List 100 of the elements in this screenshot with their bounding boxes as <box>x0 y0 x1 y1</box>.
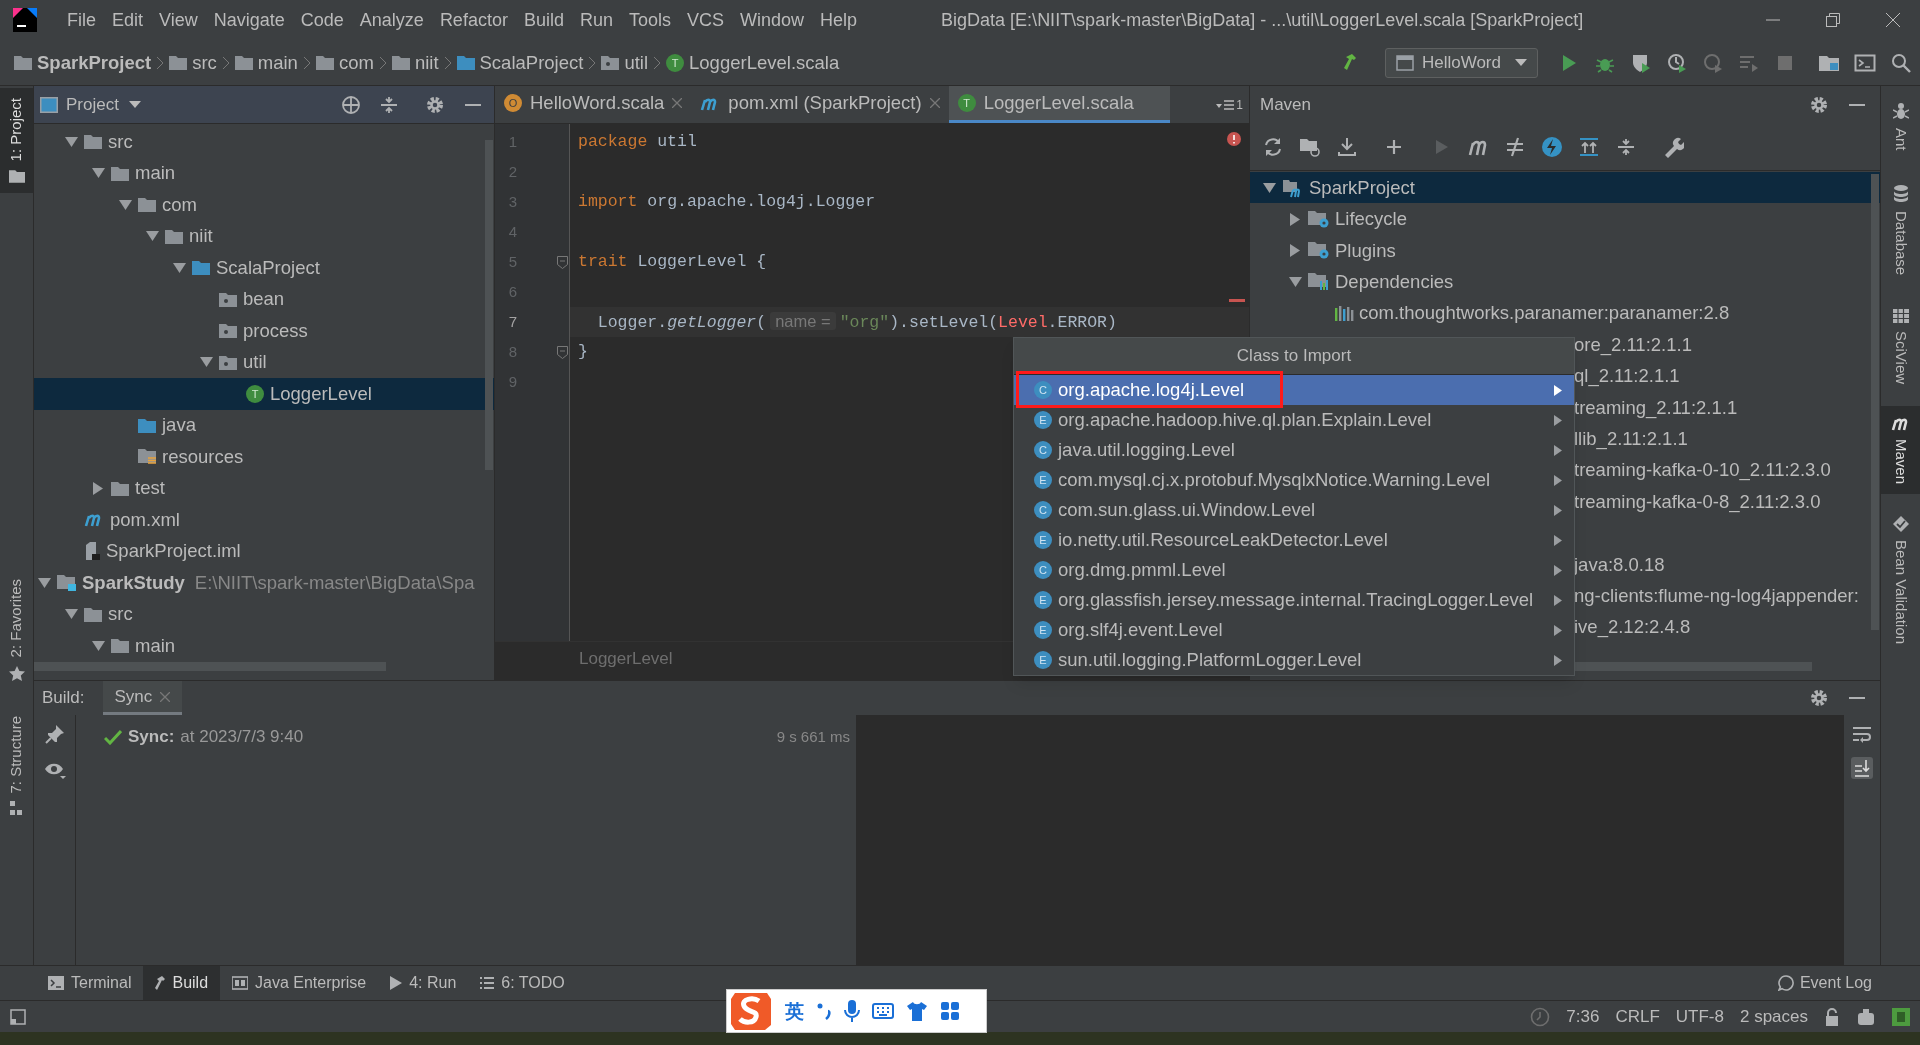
tree-item[interactable]: com.thoughtworks.paranamer:paranamer:2.8 <box>1250 297 1880 329</box>
keyboard-icon[interactable] <box>872 1003 894 1019</box>
menu-item[interactable]: Analyze <box>351 6 432 34</box>
settings-icon[interactable] <box>1808 687 1830 709</box>
microphone-icon[interactable] <box>844 1000 860 1022</box>
popup-item[interactable]: C org.dmg.pmml.Level <box>1014 555 1574 585</box>
error-icon[interactable] <box>1227 132 1241 146</box>
pin-icon[interactable] <box>43 723 66 745</box>
tool-window-button[interactable]: 6: TODO <box>468 966 577 1000</box>
punctuation-icon[interactable] <box>816 1002 832 1020</box>
search-icon[interactable] <box>1890 51 1912 74</box>
folder-refresh-icon[interactable] <box>1299 136 1321 158</box>
collapse-arrow-icon[interactable] <box>145 231 159 242</box>
status-item[interactable]: 2 spaces <box>1739 1003 1808 1030</box>
popup-item[interactable]: E org.apache.hadoop.hive.ql.plan.Explain.Level <box>1014 405 1574 435</box>
skip-tests-icon[interactable] <box>1504 136 1526 158</box>
tree-item[interactable]: bean <box>34 283 494 315</box>
restore-icon[interactable] <box>1826 13 1840 27</box>
breadcrumb-item[interactable]: src <box>192 48 217 77</box>
tree-item[interactable]: src <box>34 126 494 158</box>
tree-item[interactable]: com <box>34 189 494 221</box>
editor-tab[interactable]: pom.xml (SparkProject) <box>691 86 949 123</box>
status-item[interactable]: 7:36 <box>1566 1003 1600 1030</box>
apps-grid-icon[interactable] <box>940 1001 960 1021</box>
menu-item[interactable]: Build <box>515 6 572 34</box>
tree-item[interactable]: java <box>34 409 494 441</box>
popup-item[interactable]: E sun.util.logging.PlatformLogger.Level <box>1014 645 1574 675</box>
collapse-arrow-icon[interactable] <box>118 199 132 210</box>
refresh-icon[interactable] <box>1262 136 1284 158</box>
scrollbar[interactable] <box>485 140 493 470</box>
tool-windows-toggle-icon[interactable] <box>10 1008 26 1025</box>
menu-item[interactable]: Tools <box>620 6 679 34</box>
menu-item[interactable]: Run <box>571 6 621 34</box>
collapse-arrow-icon[interactable] <box>172 262 186 273</box>
scrollbar[interactable] <box>1572 662 1812 671</box>
tree-item[interactable]: Plugins <box>1250 234 1880 267</box>
tree-item[interactable]: src <box>34 598 494 630</box>
tree-item[interactable]: resources <box>34 441 494 473</box>
menu-item[interactable]: Refactor <box>431 6 516 34</box>
tool-window-button[interactable]: Java Enterprise <box>220 966 379 1000</box>
scrollbar[interactable] <box>1871 174 1879 630</box>
tree-item[interactable]: util <box>34 346 494 378</box>
tool-window-tab[interactable]: 7: Structure <box>0 705 33 826</box>
editor-tab[interactable]: O HelloWord.scala <box>495 86 692 123</box>
menu-item[interactable]: View <box>151 6 206 34</box>
inspector-icon[interactable] <box>1856 1006 1876 1027</box>
breadcrumb-item[interactable]: main <box>257 48 298 77</box>
tool-window-tab[interactable]: Ant <box>1881 92 1920 161</box>
expand-all-icon[interactable] <box>1578 136 1600 158</box>
status-item[interactable]: UTF-8 <box>1675 1003 1724 1030</box>
clock-run-icon[interactable] <box>1666 51 1688 74</box>
breadcrumb-item[interactable]: niit <box>414 48 439 77</box>
popup-item[interactable]: C com.sun.glass.ui.Window.Level <box>1014 495 1574 525</box>
popup-item[interactable]: E io.netty.util.ResourceLeakDetector.Level <box>1014 525 1574 555</box>
view-selector-dropdown[interactable]: Project <box>66 91 141 118</box>
expand-arrow-icon[interactable] <box>1290 243 1300 257</box>
breadcrumb-item[interactable]: ScalaProject <box>479 48 584 77</box>
tree-item[interactable]: SparkProject.iml <box>34 535 494 567</box>
tree-item[interactable]: main <box>34 157 494 189</box>
popup-item[interactable]: E org.slf4j.event.Level <box>1014 615 1574 645</box>
tool-window-button[interactable]: 4: Run <box>378 966 469 1000</box>
tree-item[interactable]: T LoggerLevel <box>34 378 494 410</box>
download-icon[interactable] <box>1336 136 1358 158</box>
lock-icon[interactable] <box>1824 1007 1840 1026</box>
input-method-logo-icon[interactable] <box>729 991 773 1031</box>
menu-item[interactable]: File <box>59 6 104 34</box>
collapse-arrow-icon[interactable] <box>1288 276 1302 287</box>
collapse-arrow-icon[interactable] <box>1262 182 1276 193</box>
breadcrumb-item[interactable]: LoggerLevel.scala <box>689 48 840 77</box>
settings-icon[interactable] <box>1808 94 1830 116</box>
panel-tab[interactable]: Sync <box>102 681 183 715</box>
status-item[interactable]: CRLF <box>1615 1003 1660 1030</box>
popup-item[interactable]: C java.util.logging.Level <box>1014 435 1574 465</box>
menu-item[interactable]: Navigate <box>205 6 293 34</box>
tree-item[interactable]: Dependencies <box>1250 266 1880 298</box>
build-entry[interactable]: Sync: at 2023/7/3 9:40 9 s 661 ms <box>76 725 856 749</box>
collapse-arrow-icon[interactable] <box>91 168 105 179</box>
close-icon[interactable] <box>1886 13 1900 27</box>
collapse-arrow-icon[interactable] <box>64 609 78 620</box>
tool-window-tab[interactable]: SciView <box>1881 298 1920 394</box>
shirt-icon[interactable] <box>906 1001 928 1021</box>
menu-item[interactable]: Window <box>732 6 813 34</box>
collapse-arrow-icon[interactable] <box>64 136 78 147</box>
tree-item[interactable]: pom.xml <box>34 504 494 536</box>
popup-item[interactable]: E com.mysql.cj.x.protobuf.MysqlxNotice.Warning.Level <box>1014 465 1574 495</box>
tool-window-tab[interactable]: Maven <box>1881 405 1920 494</box>
locate-icon[interactable] <box>340 93 362 116</box>
collapse-arrow-icon[interactable] <box>199 357 213 368</box>
tool-window-tab[interactable]: 2: Favorites <box>0 569 33 692</box>
fold-marker-icon[interactable] <box>556 255 568 269</box>
lightning-icon[interactable] <box>1541 136 1563 158</box>
run-configuration-dropdown[interactable]: HelloWord <box>1384 47 1538 78</box>
tool-window-tab[interactable]: Bean Validation <box>1881 505 1920 654</box>
tree-item[interactable]: SparkStudy E:\NIIT\spark-master\BigData\Spa <box>34 567 494 599</box>
tool-window-button[interactable]: Terminal <box>36 966 144 1000</box>
breadcrumb-item[interactable]: com <box>338 48 374 77</box>
close-icon[interactable] <box>672 98 683 108</box>
scrollbar[interactable] <box>34 662 386 671</box>
close-icon[interactable] <box>929 98 940 108</box>
tree-item[interactable]: Lifecycle <box>1250 203 1880 235</box>
